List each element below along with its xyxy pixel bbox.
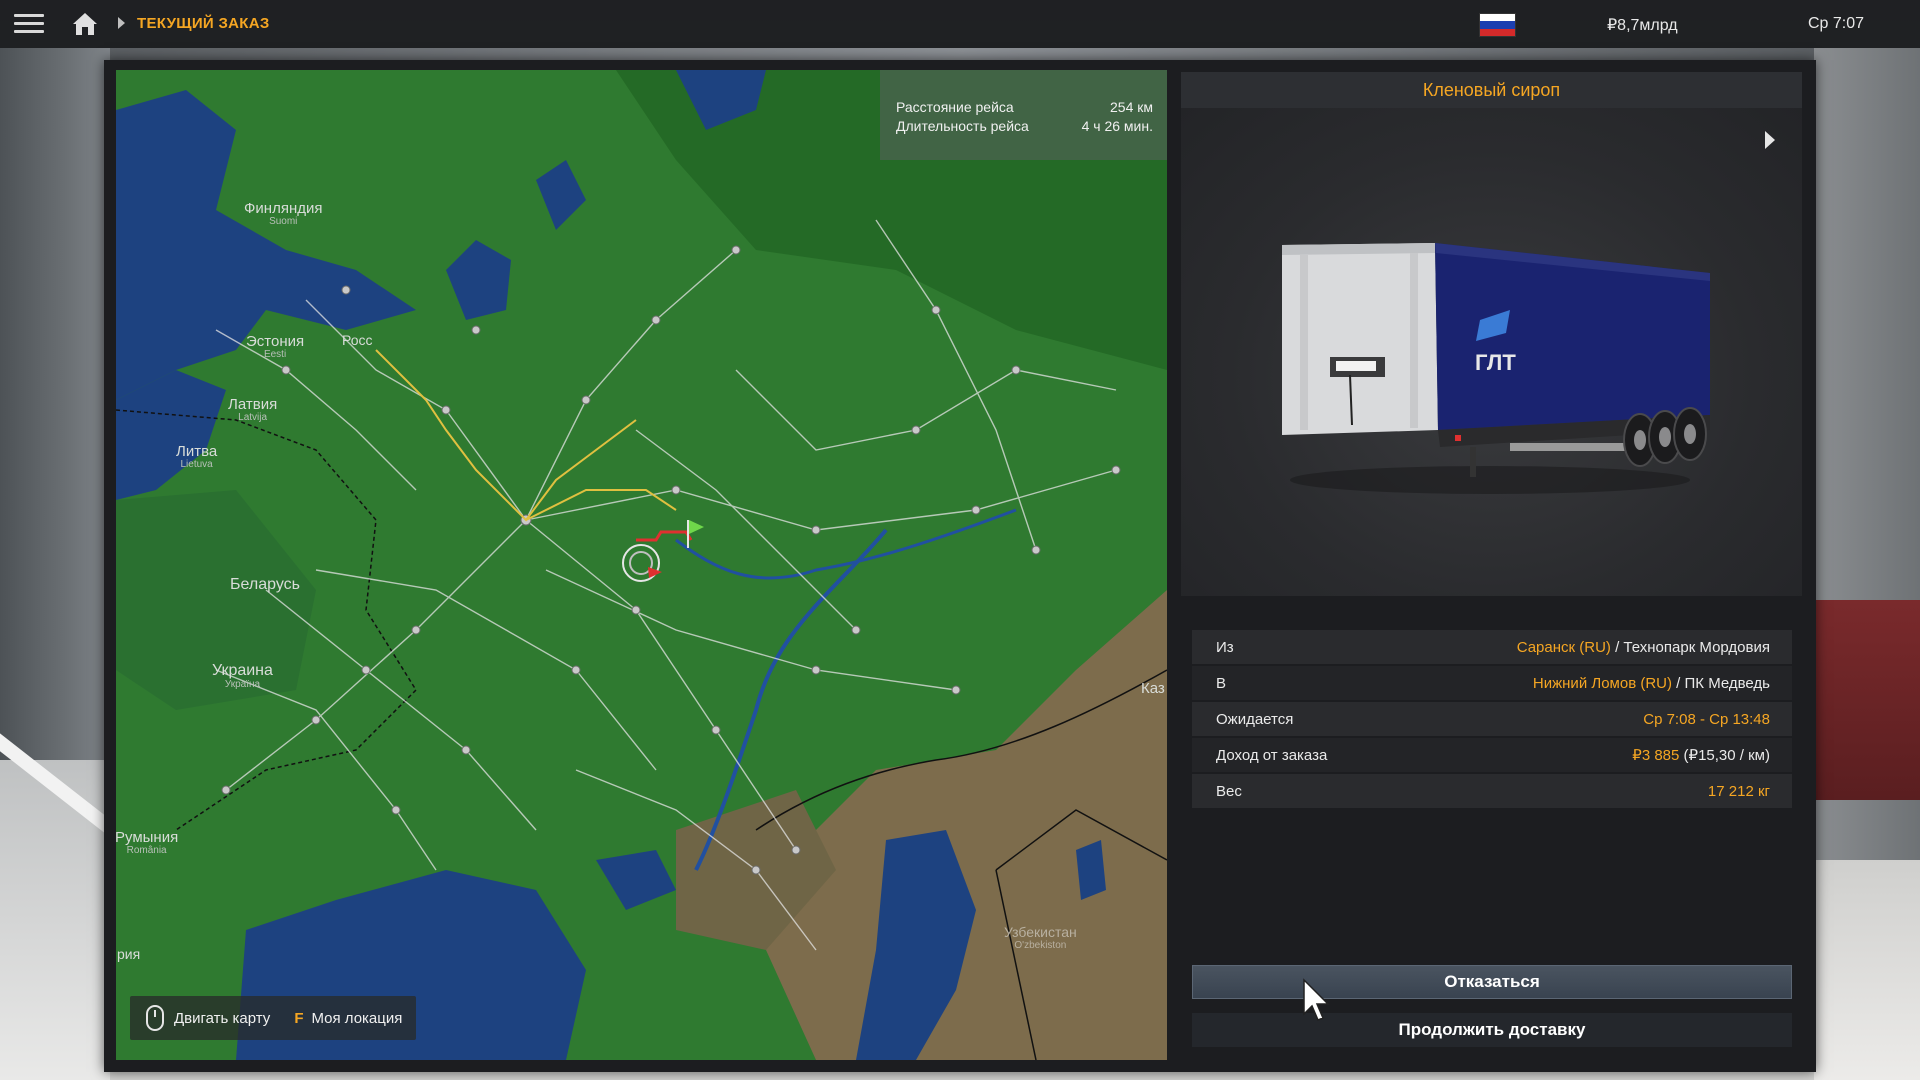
duration-label: Длительность рейса [896,118,1029,134]
from-city: Саранск (RU) [1516,638,1611,656]
detail-row-income: Доход от заказа ₽3 885 (₽15,30 / км) [1192,738,1792,772]
top-bar: ТЕКУЩИЙ ЗАКАЗ ₽8,7млрд Ср 7:07 [0,0,1920,48]
duration-value: 4 ч 26 мин. [1081,118,1153,134]
background-right-container [1814,600,1920,800]
mouse-cursor-icon [1303,978,1330,1021]
trailer-image: ГЛТ [1282,243,1710,494]
job-details-table: Из Саранск (RU) / Технопарк Мордовия В Н… [1192,630,1792,810]
detail-row-expected: Ожидается Ср 7:08 - Ср 13:48 [1192,702,1792,736]
decline-button[interactable]: Отказаться [1192,965,1792,999]
money-balance: ₽8,7млрд [1607,17,1678,34]
distance-label: Расстояние рейса [896,99,1014,115]
route-info-box: Расстояние рейса 254 км Длительность рей… [880,70,1167,160]
russia-flag-icon [1479,13,1516,37]
distance-value: 254 км [1110,99,1153,115]
next-arrow-icon[interactable] [1765,131,1775,149]
map-label-finland: Финляндия Suomi [244,200,323,227]
income-label: Доход от заказа [1216,746,1328,764]
detail-row-from: Из Саранск (RU) / Технопарк Мордовия [1192,630,1792,664]
mouse-icon [146,1005,164,1031]
background-right-floor [1814,860,1920,1080]
map-label-russia: Росс [342,332,373,348]
map-label-latvia: Латвия Latvija [228,396,278,423]
map-label-uzbekistan: Узбекистан O'zbekiston [1004,924,1077,951]
my-location-label[interactable]: Моя локация [311,1010,402,1027]
expected-value: Ср 7:08 - Ср 13:48 [1643,710,1770,728]
map-label-kazakhstan: Каз [1141,680,1165,697]
move-map-label[interactable]: Двигать карту [174,1010,270,1027]
detail-row-to: В Нижний Ломов (RU) / ПК Медведь [1192,666,1792,700]
game-clock: Ср 7:07 [1808,15,1865,32]
map-label-belarus: Беларусь [230,576,300,593]
chevron-right-icon [118,17,125,29]
detail-row-weight: Вес 17 212 кг [1192,774,1792,808]
map-label-lithuania: Литва Lietuva [176,443,218,470]
weight-value: 17 212 кг [1707,782,1770,800]
map-label-estonia: Эстония Eesti [246,333,305,360]
income-rate: (₽15,30 / км) [1679,747,1770,764]
income-value: ₽3 885 [1632,747,1680,764]
from-company: / Технопарк Мордовия [1610,638,1770,656]
breadcrumb-title: ТЕКУЩИЙ ЗАКАЗ [137,15,270,32]
svg-text:ГЛТ: ГЛТ [1475,350,1516,375]
to-label: В [1216,674,1227,692]
map-label-bottom-left: рия [117,946,141,962]
map-label-ukraine: Украина Україна [212,662,273,691]
continue-delivery-button[interactable]: Продолжить доставку [1192,1013,1792,1047]
from-label: Из [1216,638,1234,656]
menu-icon[interactable] [14,12,44,36]
weight-label: Вес [1216,782,1242,800]
map-controls-hint: Двигать карту F Моя локация [130,996,417,1040]
expected-label: Ожидается [1216,710,1294,728]
cargo-title: Кленовый сироп [1181,72,1802,108]
map-label-romania: Румыния România [115,829,179,856]
home-icon[interactable] [72,12,98,36]
to-city: Нижний Ломов (RU) [1532,674,1672,692]
to-company: / ПК Медведь [1672,674,1770,692]
key-f-label: F [294,1009,304,1027]
